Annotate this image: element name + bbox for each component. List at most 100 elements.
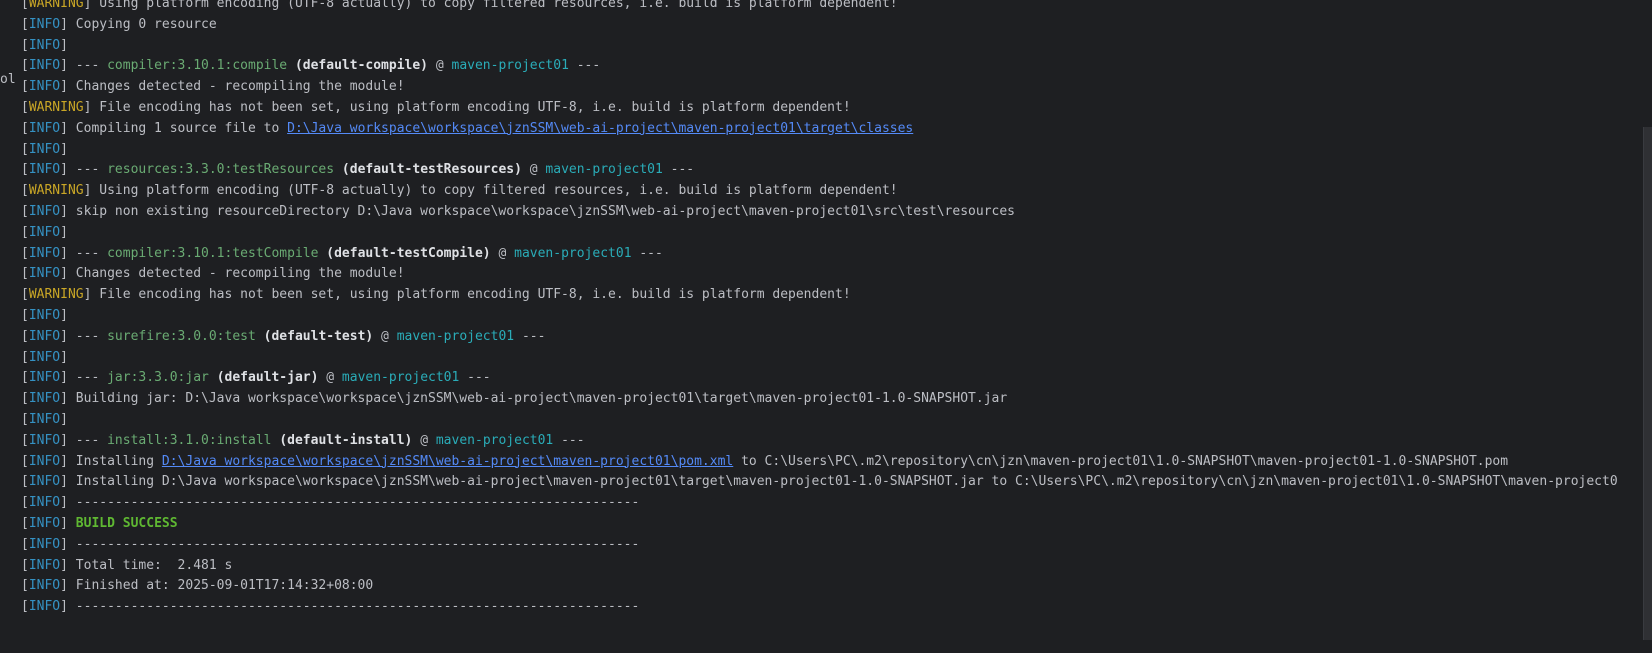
log-line: [INFO] ---------------------------------… <box>21 492 639 514</box>
project-name: maven-project01 <box>435 432 554 448</box>
level-bracket-open: [ <box>21 204 29 219</box>
log-line: [INFO] <box>21 139 68 161</box>
file-path-link[interactable]: D:\Java workspace\workspace\jznSSM\web-a… <box>162 454 733 469</box>
log-level-info: INFO <box>28 16 61 32</box>
log-line: [INFO] Compiling 1 source file to D:\Jav… <box>21 118 913 140</box>
level-bracket-close: ] <box>60 557 68 573</box>
log-line: [INFO] Total time: 2.481 s <box>21 555 232 577</box>
level-bracket-open: [ <box>21 474 29 490</box>
level-bracket-open: [ <box>21 120 29 136</box>
level-bracket-open: [ <box>21 536 29 552</box>
scrollbar-thumb[interactable] <box>1643 127 1652 640</box>
level-bracket-open: [ <box>21 412 29 427</box>
level-bracket-open: [ <box>21 432 29 448</box>
line-text: --- <box>568 58 601 74</box>
log-line: [INFO] Copying 0 resource <box>21 14 217 36</box>
level-bracket-close: ] <box>60 204 68 219</box>
log-level-info: INFO <box>28 245 61 261</box>
log-line: [INFO] Changes detected - recompiling th… <box>21 263 405 285</box>
level-bracket-close: ] <box>60 516 68 531</box>
log-line: [INFO] --- install:3.1.0:install (defaul… <box>21 430 585 452</box>
line-text: Using platform encoding (UTF-8 actually)… <box>91 0 898 11</box>
log-line: [INFO] <box>21 305 68 327</box>
log-line: [INFO] Changes detected - recompiling th… <box>21 76 405 98</box>
level-bracket-open: [ <box>21 287 29 303</box>
log-line: [INFO] Installing D:\Java workspace\work… <box>21 471 1618 493</box>
log-line: [WARNING] Using platform encoding (UTF-8… <box>21 180 898 202</box>
log-line: [INFO] --- jar:3.3.0:jar (default-jar) @… <box>21 367 491 389</box>
level-bracket-close: ] <box>60 328 68 344</box>
level-bracket-open: [ <box>21 58 29 74</box>
line-text: --- <box>67 58 108 74</box>
line-text: --- <box>631 245 663 261</box>
line-text: --- <box>67 328 108 344</box>
line-text <box>68 516 76 531</box>
level-bracket-close: ] <box>60 349 68 365</box>
line-text: ----------------------------------------… <box>67 536 640 552</box>
log-level-info: INFO <box>28 58 61 74</box>
level-bracket-close: ] <box>60 120 68 136</box>
line-text: Building jar: D:\Java workspace\workspac… <box>67 391 1008 407</box>
line-text: Copying 0 resource <box>67 16 217 32</box>
log-line: [WARNING] Using platform encoding (UTF-8… <box>21 0 898 15</box>
level-bracket-open: [ <box>21 578 29 594</box>
level-bracket-close: ] <box>60 536 68 552</box>
line-text: skip non existing resourceDirectory D:\J… <box>67 204 1015 219</box>
execution-id: (default-jar) <box>216 370 319 386</box>
execution-id: (default-test) <box>263 328 374 344</box>
log-line: [INFO] Finished at: 2025-09-01T17:14:32+… <box>21 575 373 597</box>
line-text: --- <box>459 370 491 386</box>
line-text: to C:\Users\PC\.m2\repository\cn\jzn\mav… <box>733 453 1509 469</box>
level-bracket-close: ] <box>60 79 68 95</box>
line-text: ----------------------------------------… <box>67 599 640 615</box>
plugin-goal: resources:3.3.0:testResources <box>107 162 335 178</box>
line-text: Finished at: 2025-09-01T17:14:32+08:00 <box>67 578 374 594</box>
log-level-info: INFO <box>28 474 61 490</box>
line-text: --- <box>662 162 695 178</box>
log-level-warning: WARNING <box>28 0 84 11</box>
level-bracket-close: ] <box>60 599 68 615</box>
log-line: [INFO] --- compiler:3.10.1:compile (defa… <box>21 55 600 77</box>
log-line: [INFO] --- compiler:3.10.1:testCompile (… <box>21 243 663 265</box>
log-level-warning: WARNING <box>28 183 84 199</box>
project-name: maven-project01 <box>396 328 515 344</box>
build-console-output[interactable]: [ WARNING] Using platform encoding (UTF-8… <box>0 0 1652 653</box>
level-bracket-open: [ <box>21 370 29 386</box>
log-line: [INFO] ---------------------------------… <box>21 534 639 556</box>
log-level-info: INFO <box>28 328 61 344</box>
plugin-goal: install:3.1.0:install <box>107 432 272 448</box>
log-level-info: INFO <box>28 370 61 386</box>
level-bracket-open: [ <box>21 141 29 157</box>
line-text: --- <box>67 162 108 178</box>
log-level-info: INFO <box>28 120 61 136</box>
line-text: --- <box>67 370 108 386</box>
level-bracket-close: ] <box>60 224 68 240</box>
line-text: ----------------------------------------… <box>67 495 640 511</box>
level-bracket-open: [ <box>21 557 29 573</box>
level-bracket-close: ] <box>60 58 68 74</box>
log-line: [INFO] <box>21 409 68 431</box>
line-text: --- <box>67 245 108 261</box>
line-text: @ <box>428 58 452 74</box>
log-line: [INFO] <box>21 35 68 57</box>
level-bracket-close: ] <box>60 141 68 157</box>
log-line: [INFO] <box>21 347 68 369</box>
log-level-info: INFO <box>28 204 61 219</box>
plugin-goal: compiler:3.10.1:compile <box>107 58 288 74</box>
file-path-link[interactable]: D:\Java workspace\workspace\jznSSM\web-a… <box>287 121 913 136</box>
vertical-scrollbar[interactable] <box>1642 0 1652 640</box>
log-line: [INFO] skip non existing resourceDirecto… <box>21 201 1015 223</box>
level-bracket-close: ] <box>60 37 68 53</box>
level-bracket-close: ] <box>60 495 68 511</box>
level-bracket-open: [ <box>21 349 29 365</box>
log-level-info: INFO <box>28 349 61 365</box>
line-text <box>287 58 295 73</box>
log-line: [INFO] Installing D:\Java workspace\work… <box>21 451 1508 473</box>
level-bracket-close: ] <box>60 578 68 594</box>
level-bracket-close: ] <box>60 266 68 282</box>
line-text <box>256 329 264 344</box>
line-text: File encoding has not been set, using pl… <box>91 287 851 303</box>
level-bracket-open: [ <box>21 516 29 531</box>
log-level-info: INFO <box>28 162 61 178</box>
log-line: [WARNING] File encoding has not been set… <box>21 97 851 119</box>
